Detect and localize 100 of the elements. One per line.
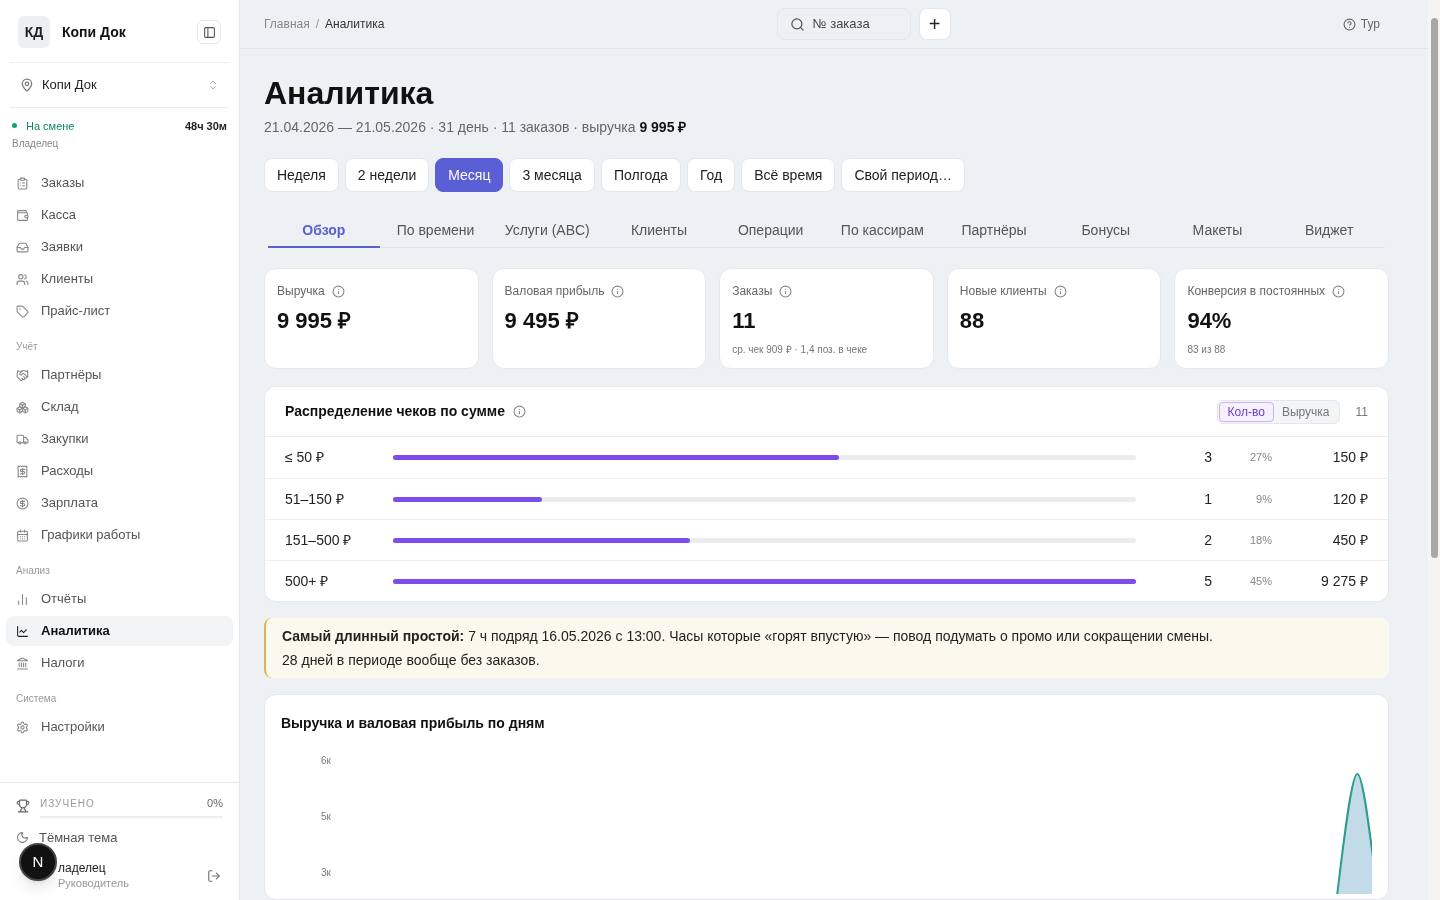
period-button[interactable]: Неделя — [264, 158, 339, 192]
share-cell-text: 27% — [1248, 450, 1272, 466]
nav-item[interactable]: Прайс-лист — [6, 296, 233, 326]
clipboard-icon — [16, 176, 29, 190]
axis-label: 6к — [321, 754, 331, 768]
mode-toggle[interactable]: Выручка — [1273, 401, 1338, 422]
nav-item[interactable]: Партнёры — [6, 360, 233, 390]
amount-cell-text: 9 275 ₽ — [1320, 571, 1368, 591]
page-subtitle: 21.04.2026 — 21.05.2026 · 31 день · 11 заказов · выручка 9 995 ₽ — [264, 118, 688, 137]
period-button[interactable]: Свой период… — [841, 158, 965, 192]
scrollbar[interactable] — [1428, 0, 1440, 900]
breadcrumb-separator: / — [315, 16, 320, 33]
kpi-label: Валовая прибыль — [504, 283, 605, 300]
info-icon — [1053, 284, 1067, 298]
notice-text: Самый длинный простой: 7 ч подряд 16.05.2026 с 13:00. Часы которые «горят впустую» — повод подумать о промо или сокращении смены. — [282, 627, 1214, 646]
info-icon — [1332, 284, 1346, 298]
amount-cell-text: 150 ₽ — [1331, 448, 1368, 467]
tour-button[interactable]: Тур — [1342, 15, 1380, 33]
tab[interactable]: По кассирам — [826, 214, 939, 248]
receipt-icon — [16, 464, 29, 478]
wallet-icon — [16, 208, 29, 222]
period-button[interactable]: Месяц — [435, 158, 504, 192]
kpi-value: 9 495 ₽ — [504, 308, 580, 334]
dev-badge[interactable]: N — [19, 843, 57, 881]
add-button[interactable]: + — [918, 8, 951, 40]
nav-item[interactable]: Заявки — [6, 232, 233, 262]
nav-item[interactable]: Аналитика — [6, 616, 233, 646]
tab[interactable]: Виджет — [1273, 214, 1385, 248]
notice-text: 28 дней в периоде вообще без заказов. — [282, 651, 541, 670]
count-cell-text: 1 — [1203, 489, 1212, 509]
tab[interactable]: Макеты — [1161, 214, 1274, 248]
shift-role: Владелец — [12, 137, 60, 151]
nav-item[interactable]: Отчёты — [6, 584, 233, 614]
search-icon — [789, 16, 805, 32]
trophy-icon — [16, 799, 30, 814]
coin-icon — [16, 496, 29, 510]
axis-label: 3к — [321, 866, 331, 880]
nav-item[interactable]: Склад — [6, 392, 233, 422]
bank-icon — [16, 656, 29, 670]
search-field[interactable]: № заказа — [776, 8, 911, 40]
count-cell-text: 5 — [1203, 571, 1212, 591]
shift-duration: 48ч 30м — [184, 118, 227, 134]
tab[interactable]: Операции — [714, 214, 827, 248]
inbox-icon — [16, 240, 29, 254]
amount-cell-text: 450 ₽ — [1331, 530, 1368, 550]
kpi-note: 83 из 88 — [1187, 343, 1227, 357]
nav-item[interactable]: Заказы — [6, 168, 233, 198]
range-label: 51–150 ₽ — [285, 489, 345, 509]
progress-value: 0% — [207, 796, 223, 811]
nav-item[interactable]: Расходы — [6, 456, 233, 486]
nav-item[interactable]: Налоги — [6, 648, 233, 678]
tab[interactable]: Обзор — [268, 214, 380, 248]
period-button[interactable]: Всё время — [741, 158, 836, 192]
nav-item[interactable]: Клиенты — [6, 264, 233, 294]
tab[interactable]: По времени — [379, 214, 492, 248]
tab[interactable]: Бонусы — [1049, 214, 1162, 248]
settings-icon — [16, 720, 29, 734]
tab[interactable]: Клиенты — [603, 214, 715, 248]
sidebar-toggle-icon — [202, 25, 216, 39]
range-label: 500+ ₽ — [285, 571, 330, 591]
help-icon — [1342, 17, 1356, 31]
tab[interactable]: Услуги (ABC) — [491, 214, 604, 248]
period-button[interactable]: Полгода — [600, 158, 681, 192]
truck-icon — [16, 432, 29, 446]
period-button[interactable]: 2 недели — [344, 158, 430, 192]
search-input[interactable]: № заказа — [812, 14, 893, 34]
location-select[interactable]: Копи Док — [10, 63, 229, 107]
section-label: Система — [15, 692, 58, 706]
nav-item[interactable]: Графики работы — [6, 520, 233, 550]
section-label: Учёт — [15, 340, 39, 354]
mode-toggle[interactable]: Кол-во — [1218, 401, 1274, 422]
kpi-label: Конверсия в постоянных — [1187, 283, 1326, 300]
card-title: Выручка и валовая прибыль по дням — [281, 714, 546, 733]
period-button[interactable]: Год — [686, 158, 736, 192]
tab[interactable]: Партнёры — [938, 214, 1050, 248]
range-label: 151–500 ₽ — [285, 530, 353, 550]
logout-button[interactable] — [207, 868, 221, 883]
kpi-value: 9 995 ₽ — [277, 308, 353, 334]
share-cell-text: 45% — [1248, 573, 1272, 589]
period-button[interactable]: 3 месяца — [509, 158, 595, 192]
info-icon — [513, 405, 526, 418]
nav-item[interactable]: Настройки — [6, 712, 233, 742]
shift-status: На смене — [26, 118, 75, 134]
card-title: Распределение чеков по сумме — [285, 402, 505, 421]
count-cell-text: 3 — [1203, 448, 1212, 467]
total-count: 11 — [1355, 403, 1368, 421]
nav-item[interactable]: Касса — [6, 200, 233, 230]
kpi-value: 94% — [1187, 308, 1233, 334]
kpi-label: Новые клиенты — [959, 283, 1047, 300]
nav-item[interactable]: Закупки — [6, 424, 233, 454]
nav-item[interactable]: Зарплата — [6, 488, 233, 518]
brand-avatar: КД — [18, 16, 50, 48]
collapse-sidebar-button[interactable] — [197, 20, 221, 44]
share-cell-text: 18% — [1248, 532, 1272, 548]
bar-chart-icon — [16, 592, 29, 606]
axis-label: 5к — [321, 810, 331, 824]
info-icon — [611, 284, 625, 298]
tag-icon — [16, 304, 29, 318]
boxes-icon — [16, 400, 29, 414]
calendar-icon — [16, 528, 29, 542]
